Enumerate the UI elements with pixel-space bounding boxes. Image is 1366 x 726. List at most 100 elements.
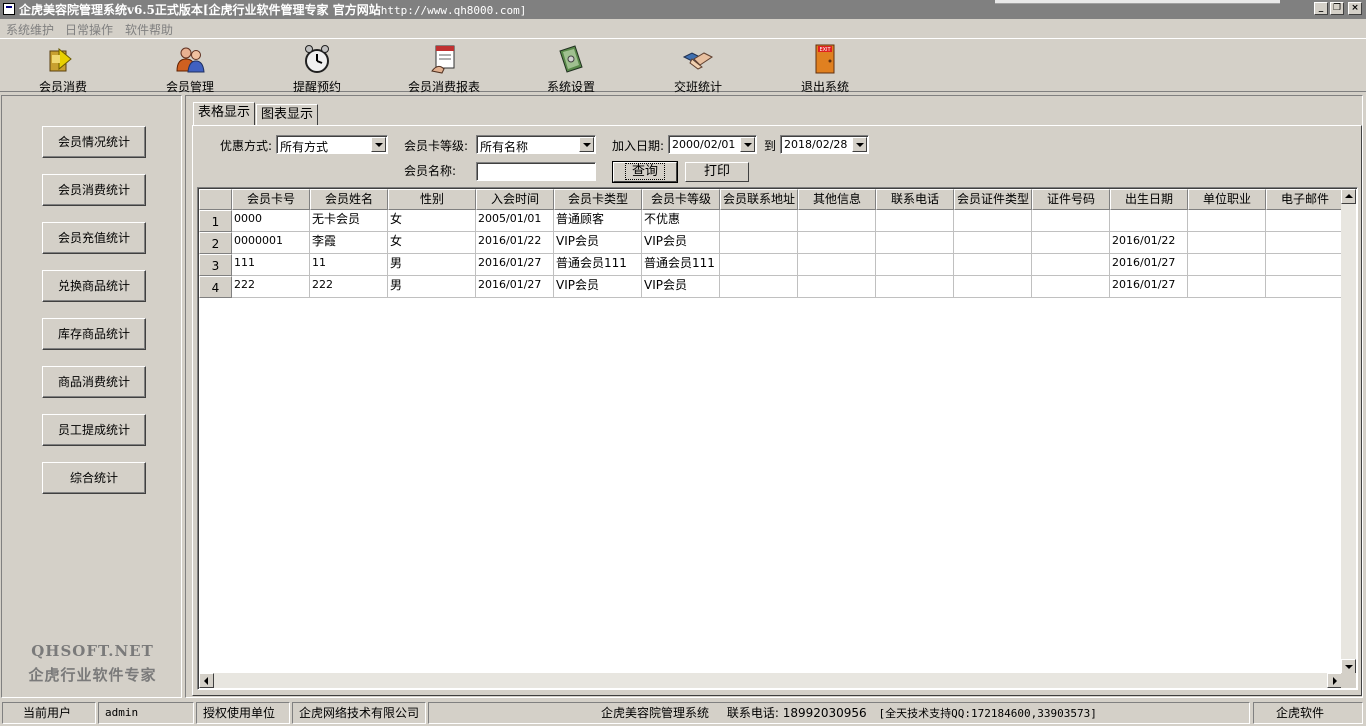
discount-select[interactable]: 所有方式: [276, 135, 388, 154]
chevron-down-icon[interactable]: [371, 137, 386, 152]
table-cell[interactable]: 不优惠: [642, 210, 720, 232]
chevron-down-icon[interactable]: [579, 137, 594, 152]
table-cell[interactable]: 2016/01/27: [476, 254, 554, 276]
menu-daily-operations[interactable]: 日常操作: [65, 21, 113, 38]
table-cell[interactable]: [1110, 210, 1188, 232]
table-cell[interactable]: VIP会员: [554, 232, 642, 254]
table-cell[interactable]: [1188, 232, 1266, 254]
toolbar-consume-report-button[interactable]: 会员消费报表: [394, 43, 494, 94]
chevron-down-icon[interactable]: [740, 137, 755, 152]
member-recharge-stats-button[interactable]: 会员充值统计: [42, 222, 146, 254]
menu-software-help[interactable]: 软件帮助: [125, 21, 173, 38]
query-button[interactable]: 查询: [612, 161, 678, 183]
table-cell[interactable]: [1266, 210, 1344, 232]
table-cell[interactable]: [798, 254, 876, 276]
table-cell[interactable]: 2016/01/22: [476, 232, 554, 254]
table-cell[interactable]: [1188, 210, 1266, 232]
table-cell[interactable]: [1188, 276, 1266, 298]
scroll-up-icon[interactable]: [1341, 189, 1356, 204]
column-header[interactable]: 性别: [388, 189, 476, 210]
table-cell[interactable]: [720, 210, 798, 232]
member-consume-stats-button[interactable]: 会员消费统计: [42, 174, 146, 206]
column-header[interactable]: 入会时间: [476, 189, 554, 210]
table-cell[interactable]: VIP会员: [642, 232, 720, 254]
column-header[interactable]: 其他信息: [798, 189, 876, 210]
table-cell[interactable]: [876, 210, 954, 232]
scroll-down-icon[interactable]: [1341, 659, 1356, 674]
table-cell[interactable]: 2016/01/27: [1110, 254, 1188, 276]
table-cell[interactable]: 李霞: [310, 232, 388, 254]
toolbar-exit-button[interactable]: EXIT 退出系统: [775, 43, 875, 94]
table-cell[interactable]: 普通会员111: [642, 254, 720, 276]
restore-icon[interactable]: ❐: [1330, 2, 1344, 15]
column-header[interactable]: 电子邮件: [1266, 189, 1344, 210]
toolbar-shift-stats-button[interactable]: 交班统计: [648, 43, 748, 94]
chevron-down-icon[interactable]: [852, 137, 867, 152]
table-cell[interactable]: [876, 254, 954, 276]
table-cell[interactable]: [720, 276, 798, 298]
table-row[interactable]: 3 111 11 男 2016/01/27 普通会员111 普通会员111 2016/01/2…: [199, 254, 1344, 276]
exchange-goods-stats-button[interactable]: 兑换商品统计: [42, 270, 146, 302]
column-header[interactable]: 会员联系地址: [720, 189, 798, 210]
table-cell[interactable]: 0000001: [232, 232, 310, 254]
table-cell[interactable]: 普通顾客: [554, 210, 642, 232]
scroll-right-icon[interactable]: [1327, 673, 1342, 688]
overall-stats-button[interactable]: 综合统计: [42, 462, 146, 494]
table-cell[interactable]: [1032, 210, 1110, 232]
tab-chart-view[interactable]: 图表显示: [256, 104, 319, 125]
column-header[interactable]: 证件号码: [1032, 189, 1110, 210]
staff-commission-stats-button[interactable]: 员工提成统计: [42, 414, 146, 446]
menu-system-maintenance[interactable]: 系统维护: [6, 21, 54, 38]
column-header[interactable]: 会员卡等级: [642, 189, 720, 210]
table-cell[interactable]: [876, 232, 954, 254]
tab-table-view[interactable]: 表格显示: [193, 102, 256, 126]
toolbar-system-settings-button[interactable]: 系统设置: [521, 43, 621, 94]
minimize-icon[interactable]: _: [1314, 2, 1328, 15]
table-cell[interactable]: [798, 210, 876, 232]
column-header[interactable]: 会员卡类型: [554, 189, 642, 210]
table-cell[interactable]: 111: [232, 254, 310, 276]
column-header[interactable]: 单位职业: [1188, 189, 1266, 210]
table-cell[interactable]: [1266, 232, 1344, 254]
table-cell[interactable]: 0000: [232, 210, 310, 232]
horizontal-scrollbar[interactable]: [199, 673, 1342, 688]
member-situation-stats-button[interactable]: 会员情况统计: [42, 126, 146, 158]
table-cell[interactable]: [720, 232, 798, 254]
table-cell[interactable]: 222: [310, 276, 388, 298]
table-cell[interactable]: 2016/01/22: [1110, 232, 1188, 254]
table-cell[interactable]: 男: [388, 276, 476, 298]
table-cell[interactable]: [798, 232, 876, 254]
scroll-left-icon[interactable]: [199, 673, 214, 688]
date-from-picker[interactable]: 2000/02/01: [668, 135, 757, 154]
goods-consume-stats-button[interactable]: 商品消费统计: [42, 366, 146, 398]
table-cell[interactable]: 普通会员111: [554, 254, 642, 276]
toolbar-member-manage-button[interactable]: 会员管理: [140, 43, 240, 94]
toolbar-member-consume-button[interactable]: 会员消费: [13, 43, 113, 94]
table-cell[interactable]: 11: [310, 254, 388, 276]
row-number[interactable]: 2: [199, 232, 232, 254]
table-cell[interactable]: [1032, 232, 1110, 254]
date-to-picker[interactable]: 2018/02/28: [780, 135, 869, 154]
table-cell[interactable]: 女: [388, 210, 476, 232]
close-icon[interactable]: ×: [1348, 2, 1362, 15]
table-cell[interactable]: [954, 210, 1032, 232]
table-cell[interactable]: [1032, 254, 1110, 276]
card-level-select[interactable]: 所有名称: [476, 135, 596, 154]
table-cell[interactable]: 2016/01/27: [1110, 276, 1188, 298]
column-header[interactable]: 会员卡号: [232, 189, 310, 210]
table-cell[interactable]: [876, 276, 954, 298]
table-cell[interactable]: [720, 254, 798, 276]
table-cell[interactable]: [1188, 254, 1266, 276]
table-cell[interactable]: 无卡会员: [310, 210, 388, 232]
table-cell[interactable]: [798, 276, 876, 298]
table-cell[interactable]: 女: [388, 232, 476, 254]
table-cell[interactable]: 男: [388, 254, 476, 276]
table-cell[interactable]: 2016/01/27: [476, 276, 554, 298]
table-cell[interactable]: [954, 276, 1032, 298]
table-row[interactable]: 1 0000 无卡会员女 2005/01/01 普通顾客 不优惠: [199, 210, 1344, 232]
print-button[interactable]: 打印: [685, 162, 749, 182]
table-cell[interactable]: VIP会员: [554, 276, 642, 298]
row-number[interactable]: 1: [199, 210, 232, 232]
column-header[interactable]: 联系电话: [876, 189, 954, 210]
table-cell[interactable]: [1032, 276, 1110, 298]
